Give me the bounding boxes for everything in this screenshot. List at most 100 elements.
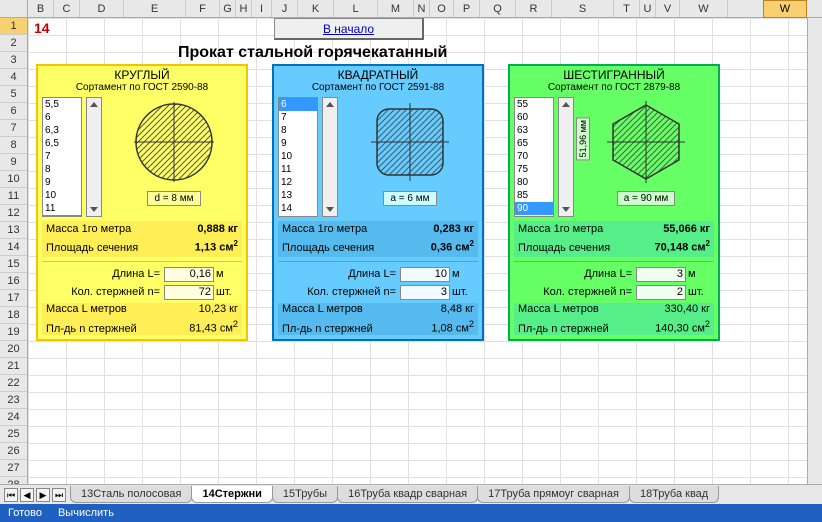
row-header[interactable]: 6 bbox=[0, 103, 27, 120]
size-option[interactable]: 12 bbox=[43, 215, 81, 217]
hex-count-input[interactable] bbox=[636, 285, 686, 300]
col-header[interactable]: C bbox=[54, 0, 80, 17]
size-option[interactable]: 8 bbox=[43, 163, 81, 176]
sheet-tab[interactable]: 15Трубы bbox=[272, 486, 338, 503]
col-header[interactable]: J bbox=[272, 0, 298, 17]
size-option[interactable]: 5,5 bbox=[43, 98, 81, 111]
row-header[interactable]: 8 bbox=[0, 137, 27, 154]
sheet-tab[interactable]: 14Стержни bbox=[191, 486, 272, 503]
row-header[interactable]: 14 bbox=[0, 239, 27, 256]
row-header[interactable]: 23 bbox=[0, 392, 27, 409]
col-header-active[interactable]: W bbox=[763, 0, 807, 18]
size-option[interactable]: 95 bbox=[515, 215, 553, 217]
size-option[interactable]: 11 bbox=[43, 202, 81, 215]
size-option[interactable]: 90 bbox=[515, 202, 553, 215]
col-header[interactable]: O bbox=[430, 0, 454, 17]
round-len-input[interactable] bbox=[164, 267, 214, 282]
col-header[interactable]: U bbox=[640, 0, 656, 17]
col-header[interactable]: H bbox=[236, 0, 252, 17]
round-size-scrollbar[interactable] bbox=[86, 97, 102, 217]
col-header[interactable]: P bbox=[454, 0, 480, 17]
tab-nav-prev[interactable]: ◀ bbox=[20, 488, 34, 502]
hex-len-input[interactable] bbox=[636, 267, 686, 282]
row-header[interactable]: 22 bbox=[0, 375, 27, 392]
col-header[interactable]: R bbox=[516, 0, 552, 17]
sheet-tab[interactable]: 18Труба квад bbox=[629, 486, 719, 503]
size-option[interactable]: 13 bbox=[279, 189, 317, 202]
size-option[interactable]: 7 bbox=[43, 150, 81, 163]
square-size-list[interactable]: 67891011121314 bbox=[278, 97, 318, 217]
col-header[interactable]: T bbox=[614, 0, 640, 17]
row-header[interactable]: 9 bbox=[0, 154, 27, 171]
size-option[interactable]: 75 bbox=[515, 163, 553, 176]
row-header[interactable]: 5 bbox=[0, 86, 27, 103]
home-button[interactable]: В начало bbox=[274, 18, 424, 40]
size-option[interactable]: 7 bbox=[279, 111, 317, 124]
row-header[interactable]: 10 bbox=[0, 171, 27, 188]
row-header[interactable]: 24 bbox=[0, 409, 27, 426]
row-header[interactable]: 21 bbox=[0, 358, 27, 375]
hex-size-list[interactable]: 55606365707580859095 bbox=[514, 97, 554, 217]
col-header[interactable]: K bbox=[298, 0, 334, 17]
square-len-input[interactable] bbox=[400, 267, 450, 282]
size-option[interactable]: 10 bbox=[279, 150, 317, 163]
tab-nav-first[interactable]: ⏮ bbox=[4, 488, 18, 502]
row-header[interactable]: 20 bbox=[0, 341, 27, 358]
square-count-input[interactable] bbox=[400, 285, 450, 300]
size-option[interactable]: 70 bbox=[515, 150, 553, 163]
row-header[interactable]: 15 bbox=[0, 256, 27, 273]
vertical-scrollbar[interactable] bbox=[807, 18, 822, 484]
col-header[interactable]: M bbox=[378, 0, 414, 17]
size-option[interactable]: 6 bbox=[43, 111, 81, 124]
col-header[interactable]: N bbox=[414, 0, 430, 17]
col-header[interactable]: Q bbox=[480, 0, 516, 17]
size-option[interactable]: 8 bbox=[279, 124, 317, 137]
col-header[interactable]: W bbox=[680, 0, 728, 17]
row-header[interactable]: 25 bbox=[0, 426, 27, 443]
row-header[interactable]: 11 bbox=[0, 188, 27, 205]
col-header[interactable]: I bbox=[252, 0, 272, 17]
size-option[interactable]: 6,3 bbox=[43, 124, 81, 137]
row-header[interactable]: 12 bbox=[0, 205, 27, 222]
col-header[interactable]: G bbox=[220, 0, 236, 17]
col-header[interactable]: D bbox=[80, 0, 124, 17]
size-option[interactable]: 14 bbox=[279, 202, 317, 215]
hex-size-scrollbar[interactable] bbox=[558, 97, 574, 217]
row-header[interactable]: 3 bbox=[0, 52, 27, 69]
col-header[interactable]: V bbox=[656, 0, 680, 17]
row-header[interactable]: 1 bbox=[0, 18, 27, 35]
size-option[interactable]: 11 bbox=[279, 163, 317, 176]
row-header[interactable]: 7 bbox=[0, 120, 27, 137]
size-option[interactable]: 63 bbox=[515, 124, 553, 137]
col-header[interactable]: E bbox=[124, 0, 186, 17]
size-option[interactable]: 10 bbox=[43, 189, 81, 202]
round-size-list[interactable]: 5,566,36,5789101112 bbox=[42, 97, 82, 217]
size-option[interactable]: 9 bbox=[43, 176, 81, 189]
tab-nav-next[interactable]: ▶ bbox=[36, 488, 50, 502]
col-header[interactable]: L bbox=[334, 0, 378, 17]
size-option[interactable]: 9 bbox=[279, 137, 317, 150]
row-header[interactable]: 18 bbox=[0, 307, 27, 324]
col-header[interactable]: B bbox=[28, 0, 54, 17]
row-header[interactable]: 26 bbox=[0, 443, 27, 460]
size-option[interactable]: 55 bbox=[515, 98, 553, 111]
col-header[interactable]: S bbox=[552, 0, 614, 17]
row-header[interactable]: 4 bbox=[0, 69, 27, 86]
row-header[interactable]: 2 bbox=[0, 35, 27, 52]
col-header[interactable]: F bbox=[186, 0, 220, 17]
sheet-tab[interactable]: 17Труба прямоуг сварная bbox=[477, 486, 630, 503]
size-option[interactable]: 12 bbox=[279, 176, 317, 189]
row-header[interactable]: 17 bbox=[0, 290, 27, 307]
size-option[interactable]: 80 bbox=[515, 176, 553, 189]
square-size-scrollbar[interactable] bbox=[322, 97, 338, 217]
row-header[interactable]: 13 bbox=[0, 222, 27, 239]
size-option[interactable]: 85 bbox=[515, 189, 553, 202]
size-option[interactable]: 6 bbox=[279, 98, 317, 111]
round-count-input[interactable] bbox=[164, 285, 214, 300]
size-option[interactable]: 60 bbox=[515, 111, 553, 124]
row-header[interactable]: 19 bbox=[0, 324, 27, 341]
size-option[interactable]: 6,5 bbox=[43, 137, 81, 150]
size-option[interactable]: 65 bbox=[515, 137, 553, 150]
sheet-tab[interactable]: 16Труба квадр сварная bbox=[337, 486, 478, 503]
sheet-tab[interactable]: 13Сталь полосовая bbox=[70, 486, 192, 503]
